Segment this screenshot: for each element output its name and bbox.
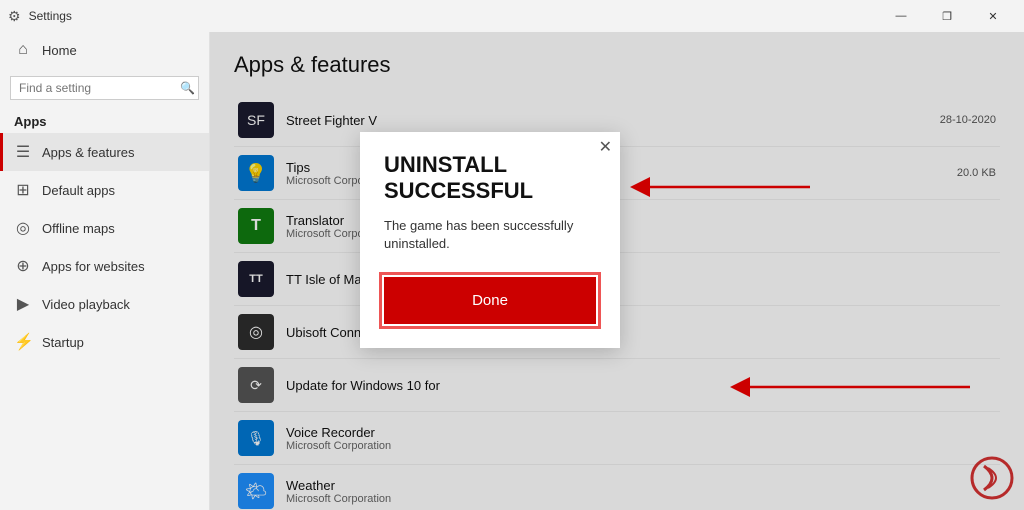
sidebar-item-default-apps[interactable]: ⊞ Default apps	[0, 171, 209, 209]
offline-maps-icon: ◎	[14, 218, 32, 238]
sidebar-item-apps-websites[interactable]: ⊕ Apps for websites	[0, 247, 209, 285]
apps-features-icon: ☰	[14, 142, 32, 162]
sidebar-item-home[interactable]: ⌂ Home	[0, 32, 209, 68]
home-icon: ⌂	[14, 41, 32, 59]
close-button[interactable]: ✕	[970, 0, 1016, 32]
search-input[interactable]	[19, 81, 174, 95]
sidebar-apps-websites-label: Apps for websites	[42, 259, 145, 274]
video-playback-icon: ▶	[14, 294, 32, 314]
restore-button[interactable]: ❐	[924, 0, 970, 32]
sidebar-search-box[interactable]: 🔍	[10, 76, 199, 100]
default-apps-icon: ⊞	[14, 180, 32, 200]
app-title: Settings	[29, 9, 72, 23]
startup-icon: ⚡	[14, 332, 32, 352]
sidebar: ⌂ Home 🔍 Apps ☰ Apps & features ⊞ Defaul…	[0, 32, 210, 510]
settings-icon: ⚙	[8, 8, 21, 25]
sidebar-home-label: Home	[42, 43, 77, 58]
modal-close-button[interactable]: ✕	[599, 140, 612, 156]
modal-description: The game has been successfully uninstall…	[384, 217, 596, 253]
modal-overlay: ✕ UNINSTALLSUCCESSFUL The game has been …	[210, 32, 1024, 510]
sidebar-item-apps-features[interactable]: ☰ Apps & features	[0, 133, 209, 171]
titlebar-controls: — ❐ ✕	[878, 0, 1016, 32]
uninstall-modal: ✕ UNINSTALLSUCCESSFUL The game has been …	[360, 132, 620, 348]
sidebar-video-playback-label: Video playback	[42, 297, 130, 312]
sidebar-offline-maps-label: Offline maps	[42, 221, 115, 236]
sidebar-apps-features-label: Apps & features	[42, 145, 135, 160]
sidebar-item-offline-maps[interactable]: ◎ Offline maps	[0, 209, 209, 247]
done-button[interactable]: Done	[384, 277, 596, 324]
titlebar-left: ⚙ Settings	[8, 8, 72, 25]
apps-websites-icon: ⊕	[14, 256, 32, 276]
titlebar: ⚙ Settings — ❐ ✕	[0, 0, 1024, 32]
main-layout: ⌂ Home 🔍 Apps ☰ Apps & features ⊞ Defaul…	[0, 32, 1024, 510]
apps-section-label: Apps	[0, 108, 209, 133]
modal-title: UNINSTALLSUCCESSFUL	[384, 152, 596, 205]
sidebar-item-video-playback[interactable]: ▶ Video playback	[0, 285, 209, 323]
sidebar-default-apps-label: Default apps	[42, 183, 115, 198]
minimize-button[interactable]: —	[878, 0, 924, 32]
sidebar-item-startup[interactable]: ⚡ Startup	[0, 323, 209, 361]
sidebar-startup-label: Startup	[42, 335, 84, 350]
search-icon: 🔍	[180, 81, 195, 95]
content-area: Apps & features SF Street Fighter V 28-1…	[210, 32, 1024, 510]
